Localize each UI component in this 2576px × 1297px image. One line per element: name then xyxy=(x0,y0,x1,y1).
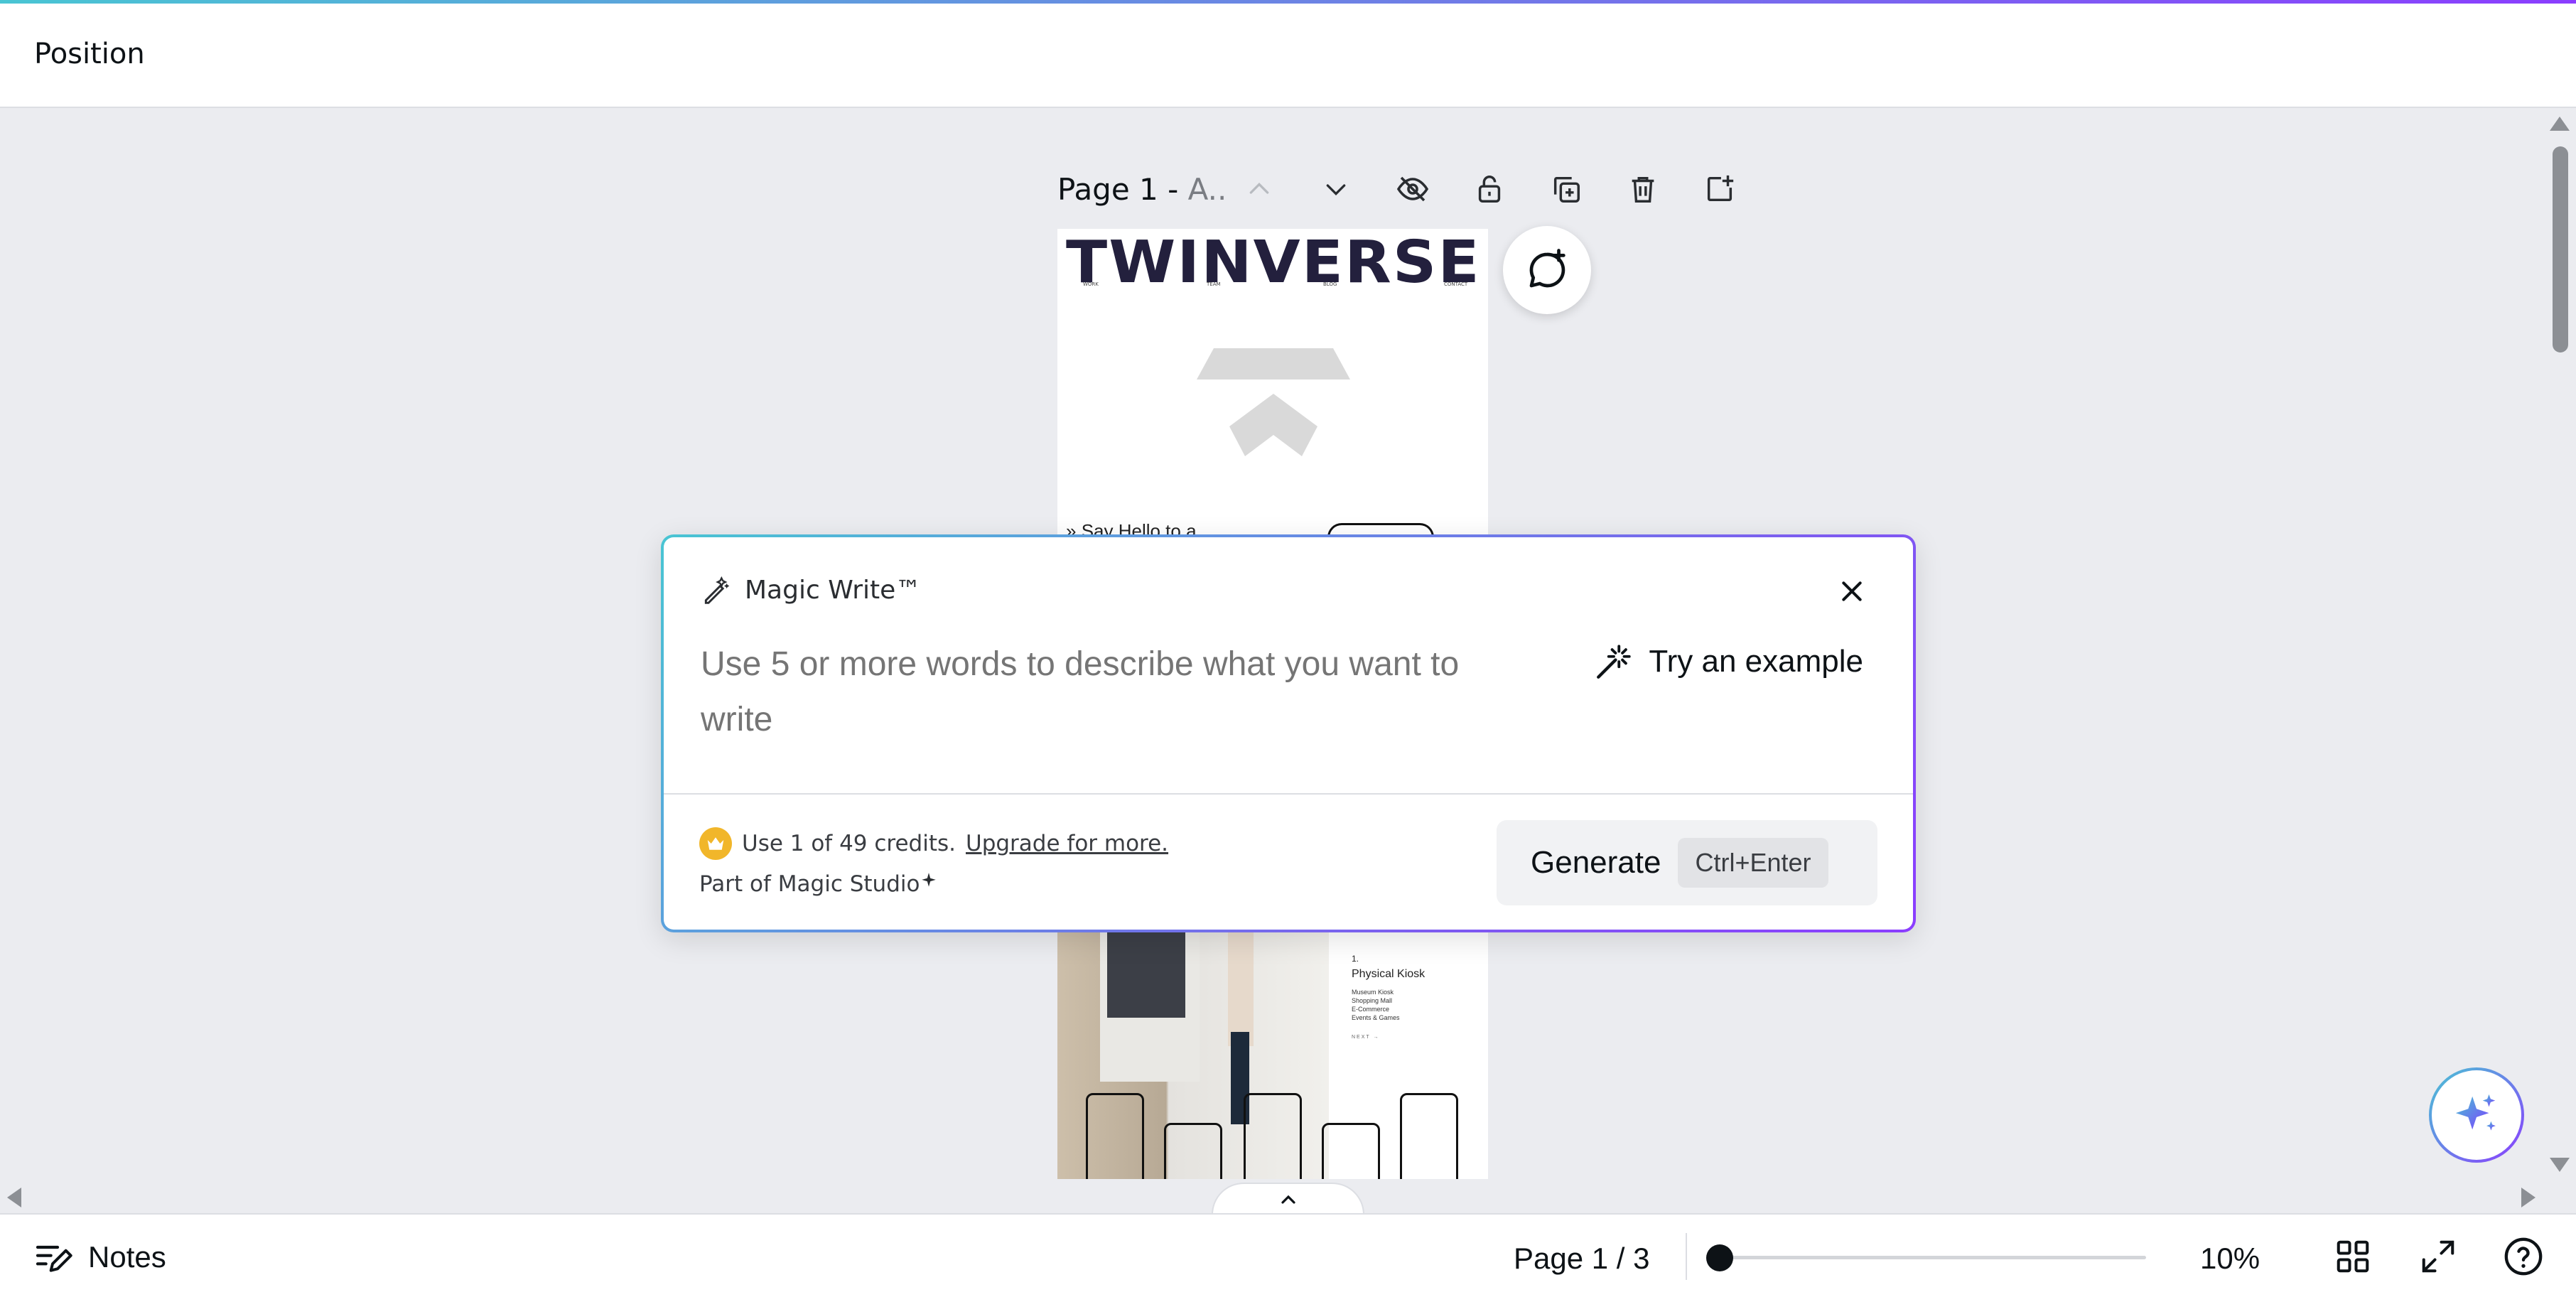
chevron-up-icon xyxy=(1249,182,1269,194)
design-kiosk-text: 1. Physical Kiosk Museum Kiosk Shopping … xyxy=(1352,954,1425,1040)
zoom-slider-track[interactable] xyxy=(1720,1256,2146,1259)
panel-header: Position xyxy=(0,4,2576,108)
design-phone-outline xyxy=(1244,1093,1302,1179)
vertical-scroll-thumb[interactable] xyxy=(2553,146,2568,352)
prompt-input[interactable] xyxy=(701,637,1525,748)
try-example-button[interactable]: Try an example xyxy=(1593,641,1863,682)
add-comment-button[interactable] xyxy=(1503,226,1591,314)
magic-pencil-icon xyxy=(704,576,730,604)
show-pages-toggle[interactable] xyxy=(1212,1183,1364,1215)
close-icon xyxy=(1842,581,1862,601)
upgrade-link[interactable]: Upgrade for more. xyxy=(966,831,1168,856)
design-phone-outline xyxy=(1164,1123,1222,1179)
help-button[interactable] xyxy=(2501,1234,2545,1279)
generate-button[interactable]: Generate Ctrl+Enter xyxy=(1497,820,1877,905)
zoom-slider-handle[interactable] xyxy=(1706,1244,1733,1271)
magic-studio-label: Part of Magic Studio xyxy=(699,871,938,897)
footer-divider xyxy=(1686,1233,1687,1280)
chevron-up-icon xyxy=(1281,1195,1295,1204)
move-page-up-button[interactable] xyxy=(1236,166,1282,212)
comment-add-icon xyxy=(1529,249,1565,288)
crown-icon xyxy=(699,827,732,860)
duplicate-page-button[interactable] xyxy=(1543,166,1589,212)
design-phone-outline xyxy=(1322,1123,1380,1179)
magic-assistant-button[interactable] xyxy=(2429,1067,2524,1163)
page-title: Position xyxy=(34,38,145,70)
add-page-icon xyxy=(1707,175,1734,202)
kiosk-title: Physical Kiosk xyxy=(1352,968,1426,980)
design-nav-item: WORK xyxy=(1083,281,1099,287)
bottom-bar: Notes Page 1 / 3 10% xyxy=(0,1213,2576,1297)
scroll-left-arrow[interactable] xyxy=(7,1188,21,1207)
delete-page-button[interactable] xyxy=(1620,166,1666,212)
zoom-slider[interactable] xyxy=(1705,1243,2146,1271)
notes-button[interactable]: Notes xyxy=(33,1237,166,1277)
page-indicator-button[interactable]: Page 1 / 3 xyxy=(1514,1242,1649,1276)
fullscreen-icon xyxy=(2422,1240,2454,1273)
duplicate-icon xyxy=(1553,176,1580,203)
keyboard-shortcut: Ctrl+Enter xyxy=(1678,838,1828,888)
trash-icon xyxy=(1632,176,1654,203)
scroll-up-arrow[interactable] xyxy=(2550,117,2570,131)
design-phone-outline xyxy=(1086,1093,1144,1179)
design-brand-text[interactable]: TWINVERSE xyxy=(1066,229,1481,296)
grid-view-button[interactable] xyxy=(2331,1234,2375,1279)
hide-page-button[interactable] xyxy=(1390,166,1435,212)
add-page-button[interactable] xyxy=(1697,166,1742,212)
grid-icon xyxy=(2337,1240,2369,1273)
chevron-down-icon xyxy=(1326,184,1346,196)
zoom-level-button[interactable]: 10% xyxy=(2200,1242,2260,1276)
scroll-down-arrow[interactable] xyxy=(2550,1158,2570,1172)
dialog-title-text: Magic Write™ xyxy=(745,575,922,605)
notes-label: Notes xyxy=(88,1240,166,1274)
dialog-title: Magic Write™ xyxy=(701,574,921,606)
design-nav-item: BLOG xyxy=(1323,281,1337,287)
kiosk-number: 1. xyxy=(1352,954,1359,964)
magic-wand-icon xyxy=(1597,645,1632,679)
kiosk-next: NEXT → xyxy=(1352,1035,1380,1040)
design-nav-item: TEAM xyxy=(1207,281,1221,287)
move-page-down-button[interactable] xyxy=(1313,166,1359,212)
lock-page-button[interactable] xyxy=(1467,166,1512,212)
scroll-right-arrow[interactable] xyxy=(2521,1188,2535,1207)
design-nav-item: CONTACT xyxy=(1444,281,1468,287)
notes-icon xyxy=(36,1245,72,1272)
design-phone-outline xyxy=(1400,1093,1458,1179)
fullscreen-button[interactable] xyxy=(2416,1234,2460,1279)
design-logo-graphic[interactable] xyxy=(1197,348,1350,462)
sparkles-icon xyxy=(2455,1094,2496,1131)
credits-info: Use 1 of 49 credits. Upgrade for more. xyxy=(699,827,1168,860)
credits-text: Use 1 of 49 credits. xyxy=(742,831,956,856)
try-example-label: Try an example xyxy=(1649,644,1863,679)
close-dialog-button[interactable] xyxy=(1832,571,1872,611)
page-title-label[interactable]: Page 1 - A.. xyxy=(1057,172,1227,207)
page-name-label: A.. xyxy=(1187,171,1227,207)
unlock-icon xyxy=(1478,176,1501,203)
kiosk-items: Museum Kiosk Shopping Mall E-Commerce Ev… xyxy=(1352,989,1400,1021)
help-icon xyxy=(2504,1237,2543,1276)
dialog-divider xyxy=(664,793,1913,795)
eye-icon xyxy=(1396,176,1429,202)
sparkle-icon xyxy=(922,873,937,887)
page-toolbar: Page 1 - A.. xyxy=(1057,162,1754,216)
generate-label: Generate xyxy=(1531,845,1661,880)
magic-write-dialog: Magic Write™ Try an example Use 1 of 49 … xyxy=(661,534,1916,932)
page-number-label: Page 1 - xyxy=(1057,171,1179,207)
vertical-scrollbar[interactable] xyxy=(2543,109,2576,1179)
